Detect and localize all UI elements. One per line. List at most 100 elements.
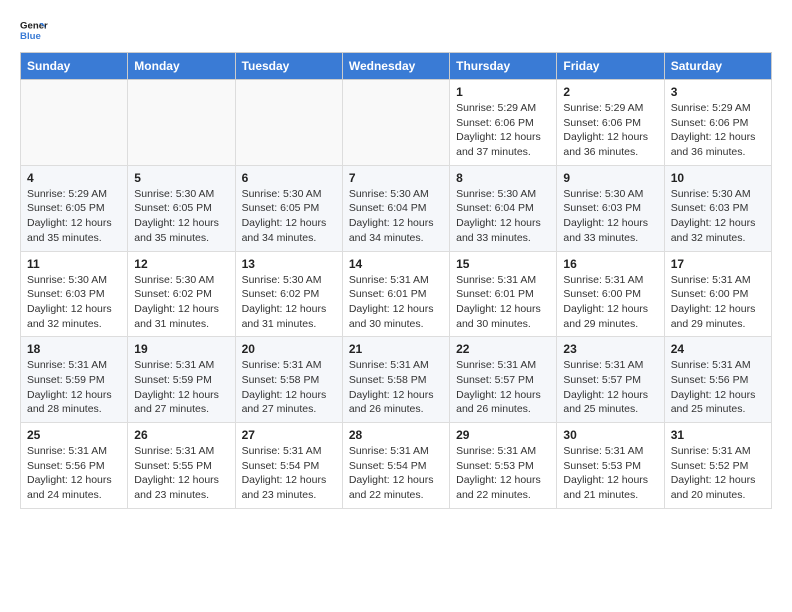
day-number: 29 (456, 428, 550, 442)
day-number: 21 (349, 342, 443, 356)
day-info: Sunrise: 5:31 AM Sunset: 5:59 PM Dayligh… (134, 358, 228, 417)
day-number: 27 (242, 428, 336, 442)
day-info: Sunrise: 5:31 AM Sunset: 5:56 PM Dayligh… (27, 444, 121, 503)
day-number: 7 (349, 171, 443, 185)
calendar-cell: 24 Sunrise: 5:31 AM Sunset: 5:56 PM Dayli… (664, 337, 771, 423)
calendar-cell: 11 Sunrise: 5:30 AM Sunset: 6:03 PM Dayli… (21, 251, 128, 337)
calendar-cell (342, 80, 449, 166)
day-info: Sunrise: 5:31 AM Sunset: 5:53 PM Dayligh… (456, 444, 550, 503)
calendar-cell: 23 Sunrise: 5:31 AM Sunset: 5:57 PM Dayli… (557, 337, 664, 423)
calendar-cell (235, 80, 342, 166)
day-number: 24 (671, 342, 765, 356)
calendar-cell: 25 Sunrise: 5:31 AM Sunset: 5:56 PM Dayli… (21, 423, 128, 509)
calendar-cell: 10 Sunrise: 5:30 AM Sunset: 6:03 PM Dayli… (664, 165, 771, 251)
day-number: 23 (563, 342, 657, 356)
day-info: Sunrise: 5:31 AM Sunset: 5:53 PM Dayligh… (563, 444, 657, 503)
day-number: 16 (563, 257, 657, 271)
day-number: 18 (27, 342, 121, 356)
day-info: Sunrise: 5:30 AM Sunset: 6:03 PM Dayligh… (27, 273, 121, 332)
day-number: 15 (456, 257, 550, 271)
day-info: Sunrise: 5:30 AM Sunset: 6:03 PM Dayligh… (563, 187, 657, 246)
calendar-cell: 1 Sunrise: 5:29 AM Sunset: 6:06 PM Daylig… (450, 80, 557, 166)
calendar-week-4: 18 Sunrise: 5:31 AM Sunset: 5:59 PM Dayli… (21, 337, 772, 423)
day-number: 31 (671, 428, 765, 442)
day-number: 28 (349, 428, 443, 442)
day-info: Sunrise: 5:29 AM Sunset: 6:06 PM Dayligh… (456, 101, 550, 160)
day-info: Sunrise: 5:29 AM Sunset: 6:05 PM Dayligh… (27, 187, 121, 246)
calendar-cell: 31 Sunrise: 5:31 AM Sunset: 5:52 PM Dayli… (664, 423, 771, 509)
calendar-cell: 26 Sunrise: 5:31 AM Sunset: 5:55 PM Dayli… (128, 423, 235, 509)
day-info: Sunrise: 5:31 AM Sunset: 5:55 PM Dayligh… (134, 444, 228, 503)
day-info: Sunrise: 5:31 AM Sunset: 6:00 PM Dayligh… (671, 273, 765, 332)
calendar-cell: 28 Sunrise: 5:31 AM Sunset: 5:54 PM Dayli… (342, 423, 449, 509)
day-info: Sunrise: 5:30 AM Sunset: 6:02 PM Dayligh… (242, 273, 336, 332)
day-info: Sunrise: 5:31 AM Sunset: 5:54 PM Dayligh… (242, 444, 336, 503)
weekday-header-saturday: Saturday (664, 53, 771, 80)
day-number: 6 (242, 171, 336, 185)
day-number: 8 (456, 171, 550, 185)
day-number: 26 (134, 428, 228, 442)
logo: General Blue (20, 16, 52, 44)
day-number: 19 (134, 342, 228, 356)
calendar-cell: 29 Sunrise: 5:31 AM Sunset: 5:53 PM Dayli… (450, 423, 557, 509)
day-number: 20 (242, 342, 336, 356)
calendar-cell: 14 Sunrise: 5:31 AM Sunset: 6:01 PM Dayli… (342, 251, 449, 337)
calendar-cell: 7Sunrise: 5:30 AM Sunset: 6:04 PM Daylig… (342, 165, 449, 251)
calendar-week-5: 25 Sunrise: 5:31 AM Sunset: 5:56 PM Dayli… (21, 423, 772, 509)
day-info: Sunrise: 5:29 AM Sunset: 6:06 PM Dayligh… (563, 101, 657, 160)
header: General Blue (20, 16, 772, 44)
day-number: 11 (27, 257, 121, 271)
calendar-cell: 17 Sunrise: 5:31 AM Sunset: 6:00 PM Dayli… (664, 251, 771, 337)
day-number: 25 (27, 428, 121, 442)
day-info: Sunrise: 5:31 AM Sunset: 5:56 PM Dayligh… (671, 358, 765, 417)
calendar-cell: 27 Sunrise: 5:31 AM Sunset: 5:54 PM Dayli… (235, 423, 342, 509)
calendar-cell: 15 Sunrise: 5:31 AM Sunset: 6:01 PM Dayli… (450, 251, 557, 337)
day-number: 10 (671, 171, 765, 185)
day-info: Sunrise: 5:31 AM Sunset: 6:01 PM Dayligh… (349, 273, 443, 332)
calendar-cell: 6Sunrise: 5:30 AM Sunset: 6:05 PM Daylig… (235, 165, 342, 251)
weekday-header-wednesday: Wednesday (342, 53, 449, 80)
day-info: Sunrise: 5:30 AM Sunset: 6:03 PM Dayligh… (671, 187, 765, 246)
day-number: 30 (563, 428, 657, 442)
calendar-cell: 5 Sunrise: 5:30 AM Sunset: 6:05 PM Daylig… (128, 165, 235, 251)
calendar-cell: 16 Sunrise: 5:31 AM Sunset: 6:00 PM Dayli… (557, 251, 664, 337)
calendar-week-1: 1 Sunrise: 5:29 AM Sunset: 6:06 PM Daylig… (21, 80, 772, 166)
weekday-header-monday: Monday (128, 53, 235, 80)
calendar-cell: 19 Sunrise: 5:31 AM Sunset: 5:59 PM Dayli… (128, 337, 235, 423)
calendar-cell: 13Sunrise: 5:30 AM Sunset: 6:02 PM Dayli… (235, 251, 342, 337)
day-number: 3 (671, 85, 765, 99)
day-info: Sunrise: 5:29 AM Sunset: 6:06 PM Dayligh… (671, 101, 765, 160)
calendar-cell: 12Sunrise: 5:30 AM Sunset: 6:02 PM Dayli… (128, 251, 235, 337)
calendar-cell: 8 Sunrise: 5:30 AM Sunset: 6:04 PM Daylig… (450, 165, 557, 251)
calendar-cell (21, 80, 128, 166)
logo-icon: General Blue (20, 16, 48, 44)
day-info: Sunrise: 5:31 AM Sunset: 6:00 PM Dayligh… (563, 273, 657, 332)
day-number: 5 (134, 171, 228, 185)
day-number: 14 (349, 257, 443, 271)
day-info: Sunrise: 5:31 AM Sunset: 5:59 PM Dayligh… (27, 358, 121, 417)
calendar-cell: 20Sunrise: 5:31 AM Sunset: 5:58 PM Dayli… (235, 337, 342, 423)
day-info: Sunrise: 5:31 AM Sunset: 5:57 PM Dayligh… (563, 358, 657, 417)
calendar-cell: 22Sunrise: 5:31 AM Sunset: 5:57 PM Dayli… (450, 337, 557, 423)
svg-text:Blue: Blue (20, 31, 41, 42)
day-info: Sunrise: 5:30 AM Sunset: 6:04 PM Dayligh… (456, 187, 550, 246)
calendar-cell (128, 80, 235, 166)
calendar-cell: 18 Sunrise: 5:31 AM Sunset: 5:59 PM Dayli… (21, 337, 128, 423)
day-number: 2 (563, 85, 657, 99)
day-info: Sunrise: 5:31 AM Sunset: 5:54 PM Dayligh… (349, 444, 443, 503)
weekday-header-sunday: Sunday (21, 53, 128, 80)
calendar-week-3: 11 Sunrise: 5:30 AM Sunset: 6:03 PM Dayli… (21, 251, 772, 337)
day-info: Sunrise: 5:30 AM Sunset: 6:02 PM Dayligh… (134, 273, 228, 332)
calendar-cell: 9 Sunrise: 5:30 AM Sunset: 6:03 PM Daylig… (557, 165, 664, 251)
day-info: Sunrise: 5:31 AM Sunset: 6:01 PM Dayligh… (456, 273, 550, 332)
day-info: Sunrise: 5:30 AM Sunset: 6:05 PM Dayligh… (134, 187, 228, 246)
day-number: 22 (456, 342, 550, 356)
day-number: 9 (563, 171, 657, 185)
calendar-cell: 21Sunrise: 5:31 AM Sunset: 5:58 PM Dayli… (342, 337, 449, 423)
weekday-header-thursday: Thursday (450, 53, 557, 80)
day-info: Sunrise: 5:31 AM Sunset: 5:52 PM Dayligh… (671, 444, 765, 503)
calendar-cell: 3 Sunrise: 5:29 AM Sunset: 6:06 PM Daylig… (664, 80, 771, 166)
weekday-header-tuesday: Tuesday (235, 53, 342, 80)
day-number: 1 (456, 85, 550, 99)
day-number: 17 (671, 257, 765, 271)
